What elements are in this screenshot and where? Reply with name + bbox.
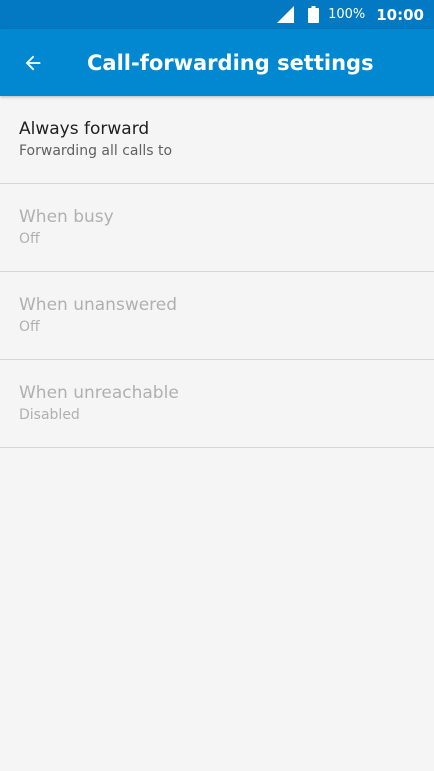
setting-label: When busy (19, 207, 114, 227)
setting-when-unreachable: When unreachable Disabled (0, 360, 434, 448)
setting-label: When unreachable (19, 383, 179, 403)
setting-summary: Off (19, 231, 40, 247)
setting-label: When unanswered (19, 295, 178, 315)
signal-icon (277, 6, 295, 23)
page-title: Call-forwarding settings (87, 50, 374, 75)
setting-when-busy: When busy Off (0, 184, 434, 272)
setting-always-forward[interactable]: Always forward Forwarding all calls to (0, 96, 434, 184)
app-bar: Call-forwarding settings (0, 29, 434, 96)
setting-when-unanswered: When unanswered Off (0, 272, 434, 360)
setting-summary: Forwarding all calls to (19, 143, 173, 159)
setting-summary: Disabled (19, 407, 80, 423)
back-button[interactable] (0, 29, 66, 96)
arrow-back-icon (25, 55, 41, 70)
status-bar: 100% 10:00 (0, 0, 434, 29)
setting-label: Always forward (19, 119, 150, 139)
setting-summary: Off (19, 319, 40, 335)
battery-icon (308, 6, 320, 23)
battery-percentage: 100% (328, 7, 366, 22)
status-clock: 10:00 (376, 5, 424, 24)
settings-list: Always forward Forwarding all calls to W… (0, 96, 434, 448)
